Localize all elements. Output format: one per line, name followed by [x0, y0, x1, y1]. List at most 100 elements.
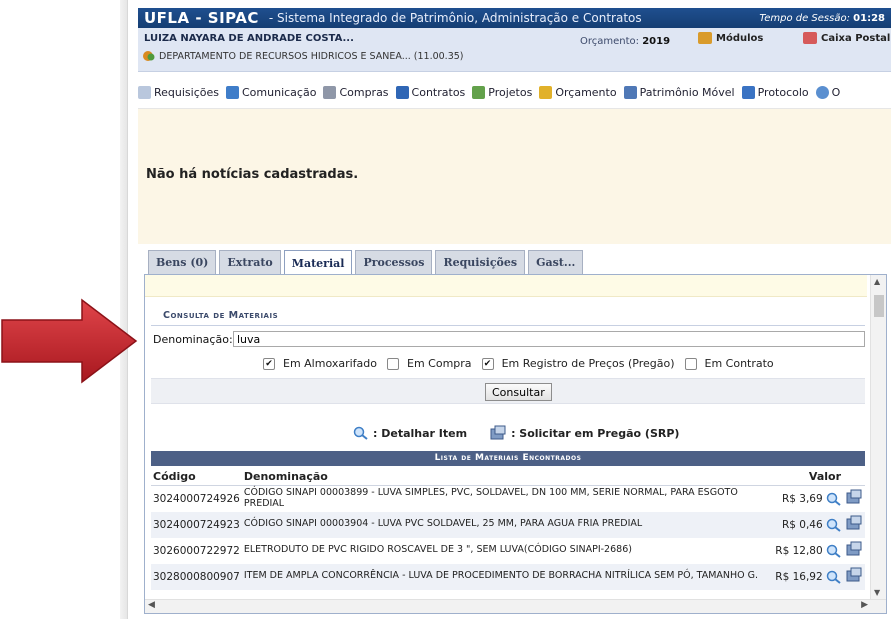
row-name: ITEM DE AMPLA CONCORRÊNCIA - LUVA DE PRO…	[241, 563, 774, 590]
tab-bar: Bens (0) Extrato Material Processos Requ…	[148, 250, 584, 275]
detail-legend-label: : Detalhar Item	[373, 426, 468, 440]
pregao-request-icon[interactable]	[845, 567, 863, 583]
registro-precos-checkbox[interactable]: ✔	[481, 357, 494, 370]
pregao-request-icon[interactable]	[845, 541, 863, 557]
session-timer: Tempo de Sessão: 01:28	[759, 13, 885, 24]
tab-bens[interactable]: Bens (0)	[148, 250, 217, 274]
col-name: Denominação	[241, 468, 774, 486]
results-title: Lista de Materiais Encontrados	[151, 451, 865, 466]
tab-processos[interactable]: Processos	[355, 250, 433, 274]
detail-magnifier-icon[interactable]	[826, 492, 841, 506]
budget: Orçamento: 2019	[580, 36, 670, 47]
pregao-request-icon[interactable]	[845, 515, 863, 531]
menu-item-protocolo[interactable]: Protocolo	[741, 86, 809, 99]
menu-item-label: Compras	[339, 86, 389, 99]
horizontal-scrollbar[interactable]: ◀ ▶	[145, 599, 886, 613]
row-value: R$ 0,46	[773, 511, 843, 538]
cart-icon	[323, 86, 337, 99]
row-name: ELETRODUTO DE PVC RIGIDO ROSCAVEL DE 3 "…	[241, 537, 774, 564]
row-value: R$ 3,69	[773, 485, 843, 512]
menu-item-contratos[interactable]: Contratos	[395, 86, 466, 99]
modules-icon	[698, 32, 712, 44]
consultar-button[interactable]: Consultar	[485, 383, 552, 401]
protocol-icon	[741, 86, 755, 99]
menu-item-label: Comunicação	[242, 86, 317, 99]
row-action	[843, 537, 865, 564]
compra-checkbox[interactable]	[387, 357, 400, 370]
projects-icon	[472, 86, 486, 99]
row-value-text: R$ 12,80	[775, 544, 823, 557]
modules-link[interactable]: Módulos	[698, 32, 763, 44]
tab-extrato[interactable]: Extrato	[219, 250, 281, 274]
menu-item-projetos[interactable]: Projetos	[472, 86, 532, 99]
scroll-left-icon[interactable]: ◀	[148, 600, 155, 610]
menu-item-label: O	[831, 86, 841, 99]
budget-label: Orçamento:	[580, 36, 640, 47]
red-arrow-annotation	[1, 298, 138, 384]
scroll-right-icon[interactable]: ▶	[861, 600, 868, 610]
row-code: 3028000800907	[151, 563, 242, 590]
menu-item-patrimonio-movel[interactable]: Patrimônio Móvel	[623, 86, 735, 99]
filter-checkboxes: ✔ Em Almoxarifado Em Compra ✔ Em Registr…	[253, 357, 774, 370]
menu-item-orcamento[interactable]: Orçamento	[539, 86, 617, 99]
menu-item-more[interactable]: O	[815, 86, 841, 99]
department[interactable]: DEPARTAMENTO DE RECURSOS HIDRICOS E SANE…	[142, 50, 464, 62]
row-code: 3024000724926	[151, 485, 242, 512]
table-row: 3028000800907 ITEM DE AMPLA CONCORRÊNCIA…	[151, 563, 865, 590]
pregao-request-icon	[490, 425, 506, 440]
detail-magnifier-icon[interactable]	[826, 544, 841, 558]
search-icon	[815, 86, 829, 99]
mailbox-link[interactable]: Caixa Postal	[803, 32, 890, 44]
magnifier-icon	[353, 426, 368, 440]
book-icon	[226, 86, 239, 99]
menu-item-compras[interactable]: Compras	[323, 86, 389, 99]
consultar-row: Consultar	[151, 378, 865, 404]
menu-item-label: Requisições	[154, 86, 219, 99]
table-row: 3024000724926 CÓDIGO SINAPI 00003899 - L…	[151, 485, 865, 512]
table-row: 3026000722972 ELETRODUTO DE PVC RIGIDO R…	[151, 537, 865, 564]
news-message: Não há notícias cadastradas.	[146, 167, 359, 182]
document-icon	[138, 86, 151, 99]
contrato-checkbox[interactable]	[684, 357, 697, 370]
sipac-window: UFLA - SIPAC - Sistema Integrado de Patr…	[138, 0, 891, 619]
menu-item-label: Protocolo	[757, 86, 809, 99]
consulta-title: Consulta de Materiais	[151, 310, 865, 326]
denominacao-input[interactable]	[233, 331, 865, 347]
material-panel: Consulta de Materiais Denominação: ✔ Em …	[144, 274, 887, 614]
pregao-request-icon[interactable]	[845, 489, 863, 505]
request-legend-label: : Solicitar em Pregão (SRP)	[511, 426, 680, 440]
col-value: Valor	[773, 468, 843, 486]
computer-icon	[623, 86, 637, 99]
vertical-scrollbar[interactable]: ▲ ▼	[870, 275, 886, 599]
detail-magnifier-icon[interactable]	[826, 570, 841, 584]
almoxarifado-checkbox[interactable]: ✔	[263, 357, 275, 370]
scroll-down-icon[interactable]: ▼	[874, 588, 880, 597]
row-action	[843, 563, 865, 590]
menu-item-requisicoes[interactable]: Requisições	[138, 86, 219, 99]
menu-item-comunicacao[interactable]: Comunicação	[226, 86, 316, 99]
row-value-text: R$ 16,92	[775, 570, 823, 583]
row-value: R$ 16,92	[773, 563, 843, 590]
scroll-thumb[interactable]	[874, 295, 884, 317]
tab-material[interactable]: Material	[283, 250, 353, 275]
tab-gastos[interactable]: Gast...	[528, 250, 584, 274]
row-value: R$ 12,80	[773, 537, 843, 564]
tab-requisicoes[interactable]: Requisições	[435, 250, 526, 274]
menu-item-label: Contratos	[411, 86, 466, 99]
info-strip	[145, 275, 867, 297]
top-bar: UFLA - SIPAC - Sistema Integrado de Patr…	[138, 8, 891, 28]
filter-label: Em Almoxarifado	[283, 357, 378, 370]
menu-item-label: Patrimônio Móvel	[639, 86, 735, 99]
budget-icon	[539, 86, 553, 99]
mailbox-icon	[803, 32, 817, 44]
table-row: 3024000724923 CÓDIGO SINAPI 00003904 - L…	[151, 511, 865, 538]
col-code: Código	[151, 468, 242, 486]
user-name: LUIZA NAYARA DE ANDRADE COSTA...	[144, 33, 354, 44]
row-name: CÓDIGO SINAPI 00003904 - LUVA PVC SOLDAV…	[241, 511, 774, 538]
materials-table: Código Denominação Valor 3024000724926 C…	[151, 468, 865, 590]
change-unit-icon[interactable]	[142, 50, 156, 62]
scroll-up-icon[interactable]: ▲	[874, 277, 880, 286]
table-header-row: Código Denominação Valor	[151, 468, 865, 486]
detail-magnifier-icon[interactable]	[826, 518, 841, 532]
budget-year: 2019	[642, 36, 671, 47]
